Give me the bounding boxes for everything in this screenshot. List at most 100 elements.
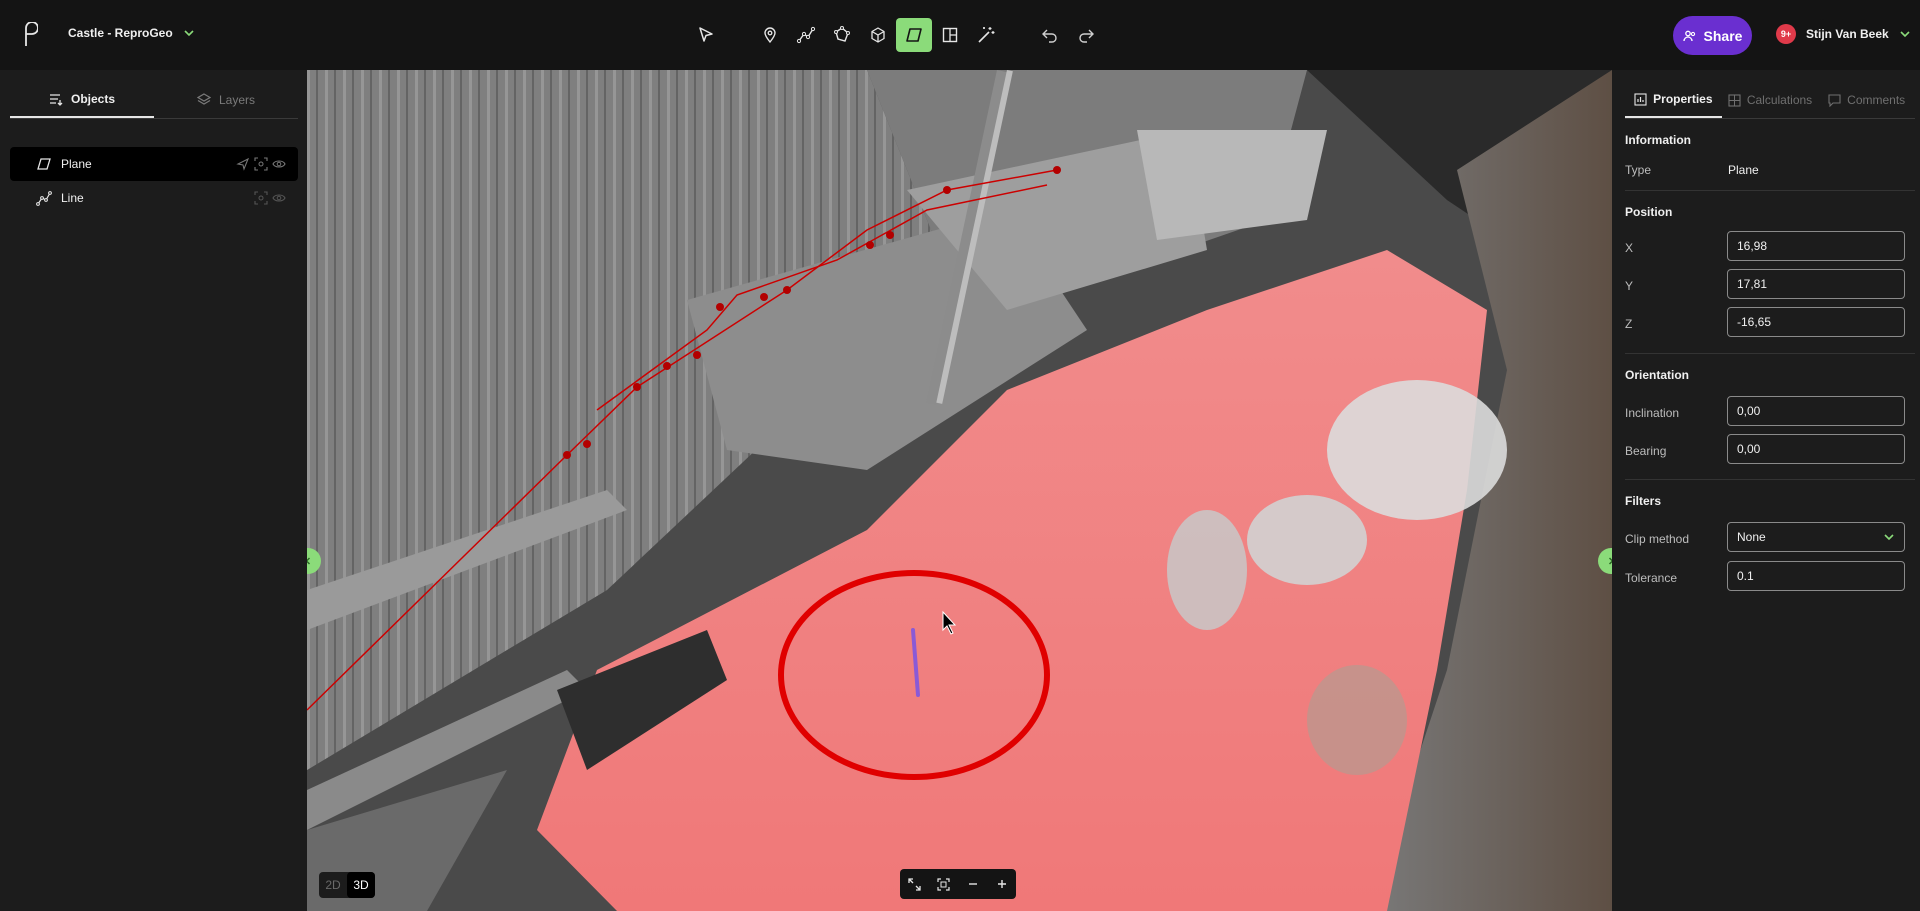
- point-tool-button[interactable]: [752, 18, 788, 52]
- eye-icon[interactable]: [272, 191, 286, 205]
- plane-icon: [906, 28, 922, 42]
- calculator-icon: [1728, 93, 1741, 107]
- view-mode-2d[interactable]: 2D: [319, 872, 347, 898]
- box-tool-button[interactable]: [860, 18, 896, 52]
- zoom-out-button[interactable]: [958, 869, 987, 899]
- notification-badge[interactable]: 9+: [1776, 24, 1796, 44]
- plus-icon: [997, 880, 1006, 888]
- project-selector[interactable]: Castle - ReproGeo: [68, 26, 195, 40]
- share-label: Share: [1703, 27, 1743, 44]
- tab-calculations-label: Calculations: [1746, 93, 1813, 107]
- chevron-down-icon: [184, 30, 194, 37]
- y-value: 17,81: [1737, 277, 1768, 291]
- plane-tool-button[interactable]: [896, 18, 932, 52]
- y-label: Y: [1625, 279, 1634, 293]
- tab-layers[interactable]: Layers: [154, 82, 298, 118]
- divider: [1625, 190, 1915, 191]
- object-label: Plane: [61, 157, 92, 171]
- section-position: Position: [1625, 205, 1673, 219]
- polygon-tool-button[interactable]: [824, 18, 860, 52]
- tab-calculations[interactable]: Calculations: [1722, 82, 1819, 118]
- toolbar: [688, 17, 1104, 53]
- tab-properties[interactable]: Properties: [1625, 82, 1722, 118]
- undo-button[interactable]: [1032, 18, 1068, 52]
- x-input[interactable]: 16,98: [1727, 231, 1905, 261]
- focus-icon[interactable]: [254, 157, 268, 171]
- left-panel: Objects Layers Plane Line: [0, 70, 307, 911]
- viewport-controls: [900, 869, 1016, 899]
- point-cloud-scene[interactable]: [307, 70, 1612, 911]
- magic-wand-icon: [978, 27, 995, 43]
- bar-chart-icon: [1634, 92, 1647, 106]
- app-logo-icon[interactable]: [18, 22, 38, 48]
- bearing-label: Bearing: [1625, 444, 1667, 458]
- view-mode-3d[interactable]: 3D: [347, 872, 375, 898]
- polyline-tool-button[interactable]: [788, 18, 824, 52]
- top-bar: Castle - ReproGeo Share 9+ Stijn Van Bee…: [0, 0, 1920, 70]
- expand-icon: [908, 877, 921, 891]
- inclination-input[interactable]: 0,00: [1727, 396, 1905, 426]
- clip-method-value: None: [1737, 530, 1766, 544]
- polygon-icon: [834, 26, 850, 42]
- users-icon: [1682, 30, 1695, 41]
- fit-view-button[interactable]: [929, 869, 958, 899]
- map-pin-icon: [764, 27, 776, 44]
- tolerance-value: 0.1: [1737, 569, 1754, 583]
- x-label: X: [1625, 241, 1634, 255]
- object-item-plane[interactable]: Plane: [10, 147, 298, 181]
- z-value: -16,65: [1737, 315, 1772, 329]
- plane-icon: [37, 158, 51, 170]
- list-icon: [49, 94, 63, 106]
- view-mode-toggle: 2D 3D: [319, 872, 375, 898]
- section-tool-button[interactable]: [932, 18, 968, 52]
- object-item-line[interactable]: Line: [10, 181, 298, 215]
- navigate-icon[interactable]: [236, 157, 250, 171]
- type-value: Plane: [1728, 163, 1759, 177]
- redo-button[interactable]: [1068, 18, 1104, 52]
- divider: [1625, 353, 1915, 354]
- section-filters: Filters: [1625, 494, 1662, 508]
- tab-layers-label: Layers: [218, 93, 256, 107]
- clip-method-label: Clip method: [1625, 532, 1690, 546]
- z-label: Z: [1625, 317, 1633, 331]
- 3d-viewport[interactable]: [307, 70, 1612, 911]
- x-value: 16,98: [1737, 239, 1768, 253]
- right-panel: Properties Calculations Comments Informa…: [1612, 70, 1920, 911]
- eye-icon[interactable]: [272, 157, 286, 171]
- cursor-icon: [699, 27, 713, 42]
- tolerance-input[interactable]: 0.1: [1727, 561, 1905, 591]
- inclination-label: Inclination: [1625, 406, 1680, 420]
- type-label: Type: [1625, 163, 1652, 177]
- focus-icon[interactable]: [254, 191, 268, 205]
- share-button[interactable]: Share: [1673, 16, 1752, 55]
- magic-tool-button[interactable]: [968, 18, 1004, 52]
- redo-icon: [1079, 29, 1094, 43]
- fullscreen-button[interactable]: [900, 869, 929, 899]
- object-label: Line: [61, 191, 84, 205]
- comment-icon: [1828, 93, 1841, 107]
- divider: [1625, 479, 1915, 480]
- section-icon: [942, 27, 958, 43]
- user-menu[interactable]: 9+ Stijn Van Beek: [1776, 24, 1911, 44]
- chevron-left-icon: [307, 557, 311, 565]
- clip-method-select[interactable]: None: [1727, 522, 1905, 552]
- section-information: Information: [1625, 133, 1691, 147]
- user-name: Stijn Van Beek: [1806, 27, 1889, 41]
- undo-icon: [1042, 29, 1057, 43]
- chevron-down-icon: [1884, 534, 1894, 541]
- select-tool-button[interactable]: [688, 18, 724, 52]
- project-name: Castle - ReproGeo: [68, 26, 173, 40]
- tab-objects-label: Objects: [70, 92, 115, 106]
- tab-objects[interactable]: Objects: [10, 82, 154, 118]
- right-panel-tabs: Properties Calculations Comments: [1625, 82, 1915, 119]
- z-input[interactable]: -16,65: [1727, 307, 1905, 337]
- layers-icon: [196, 93, 211, 105]
- zoom-in-button[interactable]: [987, 869, 1016, 899]
- bearing-input[interactable]: 0,00: [1727, 434, 1905, 464]
- tab-comments[interactable]: Comments: [1818, 82, 1915, 118]
- chevron-down-icon: [1900, 31, 1910, 38]
- polyline-icon: [796, 26, 816, 44]
- tolerance-label: Tolerance: [1625, 571, 1678, 585]
- y-input[interactable]: 17,81: [1727, 269, 1905, 299]
- minus-icon: [968, 883, 977, 885]
